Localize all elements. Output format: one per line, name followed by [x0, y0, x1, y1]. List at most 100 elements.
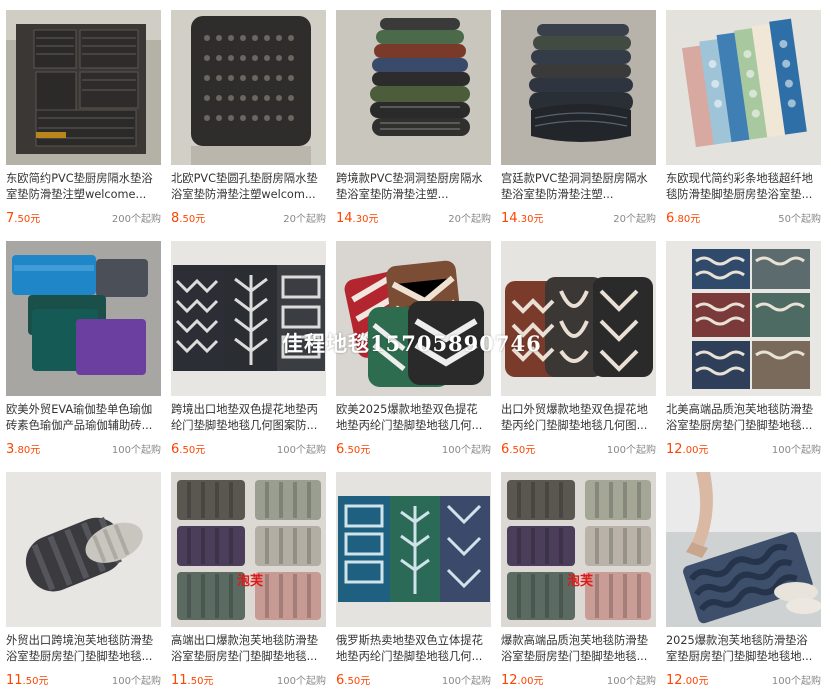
- price-decimal: .50: [187, 676, 204, 687]
- product-image[interactable]: [336, 10, 491, 165]
- price-decimal: .50: [179, 214, 196, 225]
- price-decimal: .50: [344, 445, 361, 456]
- price-unit: 元: [698, 445, 709, 456]
- product-title[interactable]: 外贸出口跨境泡芙地毯防滑垫浴室垫厨房垫门垫脚垫地毯...: [6, 633, 161, 665]
- product-image[interactable]: [666, 472, 821, 627]
- product-card[interactable]: 东欧简约PVC垫厨房隔水垫浴室垫防滑垫注塑welcome... 7.50元 20…: [6, 10, 161, 235]
- product-price: 11.50元: [171, 669, 213, 688]
- min-order: 50个起购: [778, 214, 821, 225]
- product-image[interactable]: [6, 10, 161, 165]
- product-title[interactable]: 宫廷款PVC垫洞洞垫厨房隔水垫浴室垫防滑垫注塑...: [501, 171, 656, 203]
- product-price: 12.00元: [666, 669, 708, 688]
- product-meta: 12.00元 100个起购: [666, 438, 821, 457]
- product-meta: 6.80元 50个起购: [666, 207, 821, 226]
- product-title[interactable]: 欧美2025爆款地垫双色提花地垫丙纶门垫脚垫地毯几何...: [336, 402, 491, 434]
- min-order: 100个起购: [771, 445, 821, 456]
- price-unit: 元: [368, 214, 379, 225]
- product-image[interactable]: [501, 10, 656, 165]
- product-price: 3.80元: [6, 438, 40, 457]
- product-card[interactable]: 泡芙 爆款高端品质泡芙地毯防滑垫浴室垫厨房垫门垫脚垫地毯... 12.00元 1…: [501, 472, 656, 697]
- product-price: 14.30元: [336, 207, 378, 226]
- price-unit: 元: [533, 214, 544, 225]
- product-image[interactable]: [6, 241, 161, 396]
- product-title[interactable]: 跨境出口地垫双色提花地垫丙纶门垫脚垫地毯几何图案防...: [171, 402, 326, 434]
- min-order: 100个起购: [606, 445, 656, 456]
- price-decimal: .50: [509, 445, 526, 456]
- product-title[interactable]: 欧美外贸EVA瑜伽垫单色瑜伽砖素色瑜伽产品瑜伽辅助砖...: [6, 402, 161, 434]
- product-price: 6.50元: [501, 438, 535, 457]
- watermark-text: 泡芙: [567, 574, 594, 589]
- price-decimal: .50: [14, 214, 31, 225]
- price-integer: 14: [501, 211, 518, 226]
- product-card[interactable]: 2025爆款泡芙地毯防滑垫浴室垫厨房垫门垫脚垫地毯地... 12.00元 100…: [666, 472, 821, 697]
- product-card[interactable]: 东欧现代简约彩条地毯超纤地毯防滑垫脚垫厨房垫浴室垫... 6.80元 50个起购: [666, 10, 821, 235]
- product-price: 11.50元: [6, 669, 48, 688]
- price-unit: 元: [203, 676, 214, 687]
- price-decimal: .00: [682, 676, 699, 687]
- product-price: 6.50元: [336, 438, 370, 457]
- product-image[interactable]: [336, 472, 491, 627]
- min-order: 100个起购: [111, 676, 161, 687]
- product-meta: 6.50元 100个起购: [501, 438, 656, 457]
- min-order: 100个起购: [606, 676, 656, 687]
- product-image[interactable]: [6, 472, 161, 627]
- price-unit: 元: [38, 676, 49, 687]
- price-integer: 12: [666, 673, 683, 688]
- product-image[interactable]: 泡芙: [501, 472, 656, 627]
- min-order: 100个起购: [276, 676, 326, 687]
- price-integer: 12: [501, 673, 518, 688]
- product-card[interactable]: 泡芙 高端出口爆款泡芙地毯防滑垫浴室垫厨房垫门垫脚垫地毯... 11.50元 1…: [171, 472, 326, 697]
- product-title[interactable]: 爆款高端品质泡芙地毯防滑垫浴室垫厨房垫门垫脚垫地毯...: [501, 633, 656, 665]
- product-title[interactable]: 俄罗斯热卖地垫双色立体提花地垫丙纶门垫脚垫地毯几何...: [336, 633, 491, 665]
- product-meta: 12.00元 100个起购: [666, 669, 821, 688]
- price-decimal: .30: [352, 214, 369, 225]
- price-decimal: .80: [14, 445, 31, 456]
- product-meta: 14.30元 20个起购: [501, 207, 656, 226]
- product-image[interactable]: [171, 241, 326, 396]
- product-card[interactable]: 跨境款PVC垫洞洞垫厨房隔水垫浴室垫防滑垫注塑... 14.30元 20个起购: [336, 10, 491, 235]
- product-title[interactable]: 高端出口爆款泡芙地毯防滑垫浴室垫厨房垫门垫脚垫地毯...: [171, 633, 326, 665]
- product-price: 14.30元: [501, 207, 543, 226]
- price-decimal: .00: [682, 445, 699, 456]
- product-image[interactable]: [666, 10, 821, 165]
- min-order: 200个起购: [111, 214, 161, 225]
- product-image[interactable]: [171, 10, 326, 165]
- product-card[interactable]: 俄罗斯热卖地垫双色立体提花地垫丙纶门垫脚垫地毯几何... 6.50元 100个起…: [336, 472, 491, 697]
- min-order: 100个起购: [441, 676, 491, 687]
- product-image[interactable]: [666, 241, 821, 396]
- min-order: 20个起购: [283, 214, 326, 225]
- product-title[interactable]: 北欧PVC垫圆孔垫厨房隔水垫浴室垫防滑垫注塑welcom...: [171, 171, 326, 203]
- price-unit: 元: [195, 445, 206, 456]
- product-title[interactable]: 东欧现代简约彩条地毯超纤地毯防滑垫脚垫厨房垫浴室垫...: [666, 171, 821, 203]
- price-decimal: .80: [674, 214, 691, 225]
- product-card[interactable]: 北欧PVC垫圆孔垫厨房隔水垫浴室垫防滑垫注塑welcom... 8.50元 20…: [171, 10, 326, 235]
- product-image[interactable]: 泡芙: [171, 472, 326, 627]
- product-title[interactable]: 北美高端品质泡芙地毯防滑垫浴室垫厨房垫门垫脚垫地毯...: [666, 402, 821, 434]
- product-title[interactable]: 2025爆款泡芙地毯防滑垫浴室垫厨房垫门垫脚垫地毯地...: [666, 633, 821, 665]
- product-title[interactable]: 出口外贸爆款地垫双色提花地垫丙纶门垫脚垫地毯几何图...: [501, 402, 656, 434]
- min-order: 100个起购: [441, 445, 491, 456]
- overlay-watermark: 佳程地毯15705890746: [282, 331, 542, 356]
- product-image[interactable]: [501, 241, 656, 396]
- product-price: 8.50元: [171, 207, 205, 226]
- min-order: 20个起购: [448, 214, 491, 225]
- product-card[interactable]: 欧美外贸EVA瑜伽垫单色瑜伽砖素色瑜伽产品瑜伽辅助砖... 3.80元 100个…: [6, 241, 161, 466]
- product-card[interactable]: 北美高端品质泡芙地毯防滑垫浴室垫厨房垫门垫脚垫地毯... 12.00元 100个…: [666, 241, 821, 466]
- product-card[interactable]: 外贸出口跨境泡芙地毯防滑垫浴室垫厨房垫门垫脚垫地毯... 11.50元 100个…: [6, 472, 161, 697]
- price-decimal: .30: [517, 214, 534, 225]
- price-unit: 元: [698, 676, 709, 687]
- product-image[interactable]: [336, 241, 491, 396]
- product-meta: 7.50元 200个起购: [6, 207, 161, 226]
- product-title[interactable]: 跨境款PVC垫洞洞垫厨房隔水垫浴室垫防滑垫注塑...: [336, 171, 491, 203]
- watermark-text: 泡芙: [237, 574, 264, 589]
- product-meta: 12.00元 100个起购: [501, 669, 656, 688]
- min-order: 100个起购: [276, 445, 326, 456]
- price-unit: 元: [690, 214, 701, 225]
- product-title[interactable]: 东欧简约PVC垫厨房隔水垫浴室垫防滑垫注塑welcome...: [6, 171, 161, 203]
- product-card[interactable]: 宫廷款PVC垫洞洞垫厨房隔水垫浴室垫防滑垫注塑... 14.30元 20个起购: [501, 10, 656, 235]
- product-price: 6.80元: [666, 207, 700, 226]
- price-decimal: .00: [517, 676, 534, 687]
- price-integer: 11: [171, 673, 188, 688]
- product-price: 6.50元: [336, 669, 370, 688]
- min-order: 100个起购: [111, 445, 161, 456]
